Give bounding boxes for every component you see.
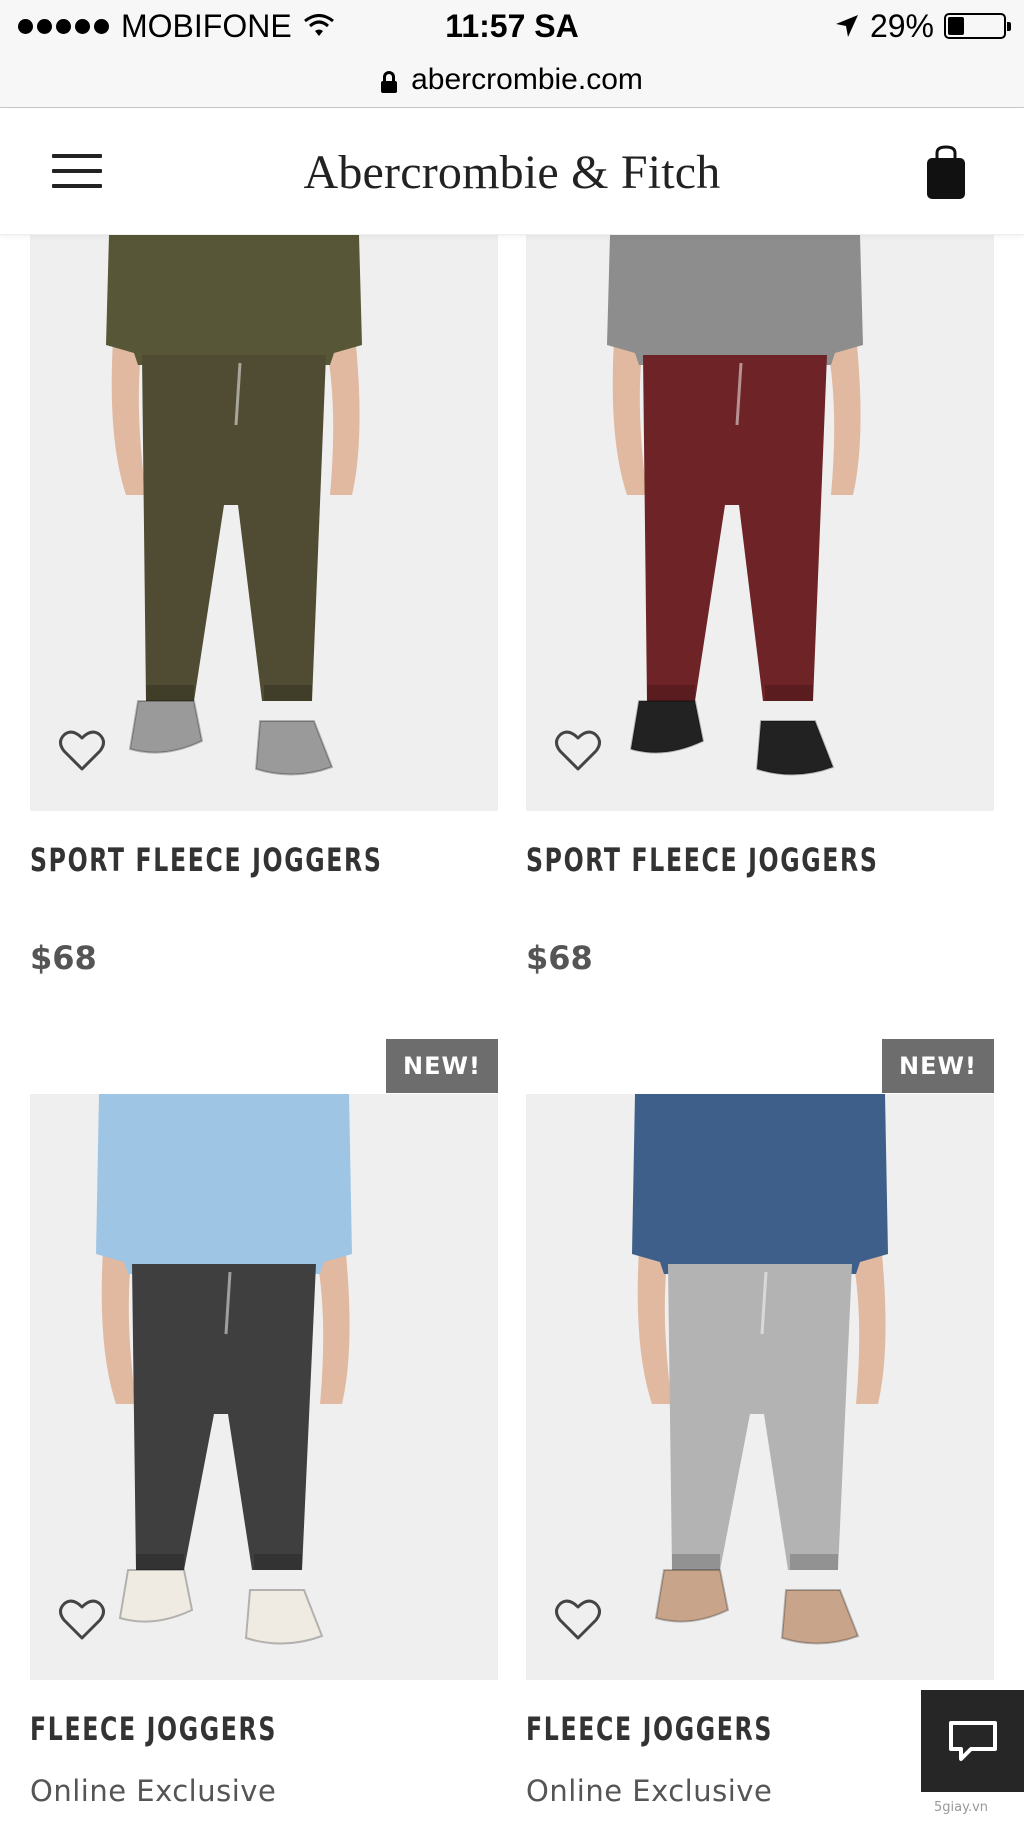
brand-logo[interactable]: Abercrombie & Fitch	[0, 145, 1024, 200]
product-name[interactable]: SPORT FLEECE JOGGERS	[30, 841, 414, 879]
product-photo[interactable]	[526, 1094, 994, 1680]
product-price: $68	[30, 939, 97, 977]
address-bar[interactable]: abercrombie.com	[0, 52, 1024, 108]
chat-button[interactable]	[921, 1690, 1024, 1792]
product-photo[interactable]	[30, 235, 498, 811]
battery-percent: 29%	[869, 7, 934, 44]
battery-icon	[944, 13, 1011, 39]
product-image[interactable]	[526, 235, 994, 811]
product-name[interactable]: FLEECE JOGGERS	[30, 1710, 414, 1748]
chat-bubble-icon	[948, 1721, 997, 1761]
signal-strength-icon	[18, 18, 109, 34]
lock-icon	[381, 70, 398, 93]
watermark: 5giay.vn	[934, 1800, 989, 1815]
product-photo[interactable]	[30, 1094, 498, 1680]
wishlist-heart-icon[interactable]	[554, 729, 602, 773]
product-image[interactable]	[30, 1094, 498, 1680]
shopping-bag-icon[interactable]	[924, 145, 968, 201]
product-name[interactable]: SPORT FLEECE JOGGERS	[526, 841, 910, 879]
wishlist-heart-icon[interactable]	[58, 1598, 106, 1642]
status-bar: MOBIFONE 11:57 SA 29%	[0, 0, 1024, 52]
new-badge: NEW!	[386, 1039, 498, 1093]
product-tag: Online Exclusive	[30, 1774, 277, 1808]
product-tag: Online Exclusive	[526, 1774, 773, 1808]
site-header: Abercrombie & Fitch	[0, 109, 1024, 235]
url-text[interactable]: abercrombie.com	[411, 63, 643, 97]
wishlist-heart-icon[interactable]	[554, 1598, 602, 1642]
location-arrow-icon	[835, 15, 858, 37]
product-photo[interactable]	[526, 235, 994, 811]
product-price: $68	[526, 939, 593, 977]
product-image[interactable]	[526, 1094, 994, 1680]
product-image[interactable]	[30, 235, 498, 811]
new-badge: NEW!	[882, 1039, 994, 1093]
page: MOBIFONE 11:57 SA 29% abercrombie.com Ab…	[0, 0, 1024, 1821]
product-name[interactable]: FLEECE JOGGERS	[526, 1710, 910, 1748]
status-left: MOBIFONE	[18, 8, 334, 45]
carrier-name: MOBIFONE	[121, 7, 292, 44]
wifi-icon	[303, 14, 334, 36]
status-right: 29%	[834, 7, 1011, 45]
wishlist-heart-icon[interactable]	[58, 729, 106, 773]
